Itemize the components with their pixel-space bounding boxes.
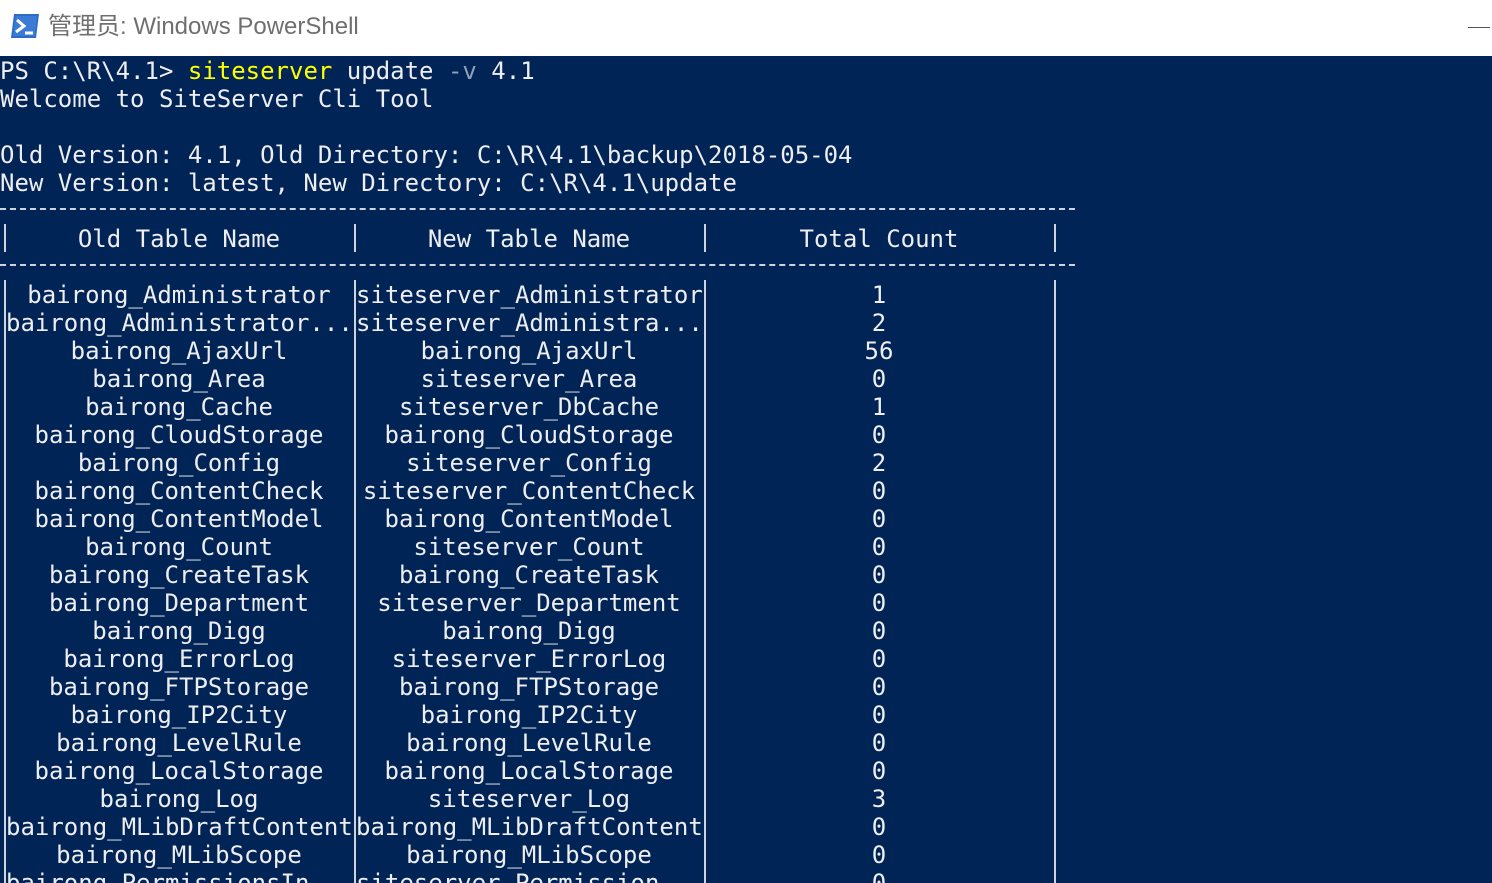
command-name: siteserver — [187, 57, 333, 85]
cell-new-table-name: siteserver_ContentCheck — [362, 477, 696, 505]
minimize-icon[interactable] — [1466, 14, 1492, 40]
cell-total-count: 2 — [871, 309, 887, 337]
powershell-icon — [11, 14, 39, 38]
old-version-line: Old Version: 4.1, Old Directory: C:\R\4.… — [0, 141, 853, 169]
cell-old-table-name: bairong_LevelRule — [56, 729, 302, 757]
cell-total-count: 0 — [871, 589, 887, 617]
welcome-line: Welcome to SiteServer Cli Tool — [0, 85, 434, 113]
cell-old-table-name: bairong_FTPStorage — [48, 673, 310, 701]
cell-new-table-name: bairong_CloudStorage — [384, 421, 674, 449]
cell-old-table-name: bairong_Department — [48, 589, 310, 617]
cell-new-table-name: siteserver_Area — [420, 365, 638, 393]
cell-new-table-name: bairong_MLibDraftContent — [356, 813, 702, 841]
header-divider — [1054, 224, 1056, 252]
cell-new-table-name: siteserver_Count — [413, 533, 645, 561]
cell-total-count: 0 — [871, 813, 887, 841]
cell-old-table-name: bairong_IP2City — [70, 701, 288, 729]
cell-old-table-name: bairong_Config — [77, 449, 281, 477]
cell-new-table-name: bairong_MLibScope — [406, 841, 652, 869]
console-output[interactable]: PS C:\R\4.1> siteserver update -v 4.1 We… — [0, 56, 1492, 883]
subcommand: update — [332, 57, 448, 85]
cell-old-table-name: bairong_Administrator — [27, 281, 331, 309]
cell-new-table-name: bairong_FTPStorage — [398, 673, 660, 701]
cell-total-count: 0 — [871, 477, 887, 505]
cell-total-count: 0 — [871, 729, 887, 757]
cell-old-table-name: bairong_Administrator... — [6, 309, 352, 337]
cell-old-table-name: bairong_Digg — [92, 617, 266, 645]
cell-new-table-name: siteserver_ErrorLog — [391, 645, 667, 673]
cell-total-count: 0 — [871, 505, 887, 533]
cell-new-table-name: bairong_Digg — [442, 617, 616, 645]
title-bar[interactable]: 管理员: Windows PowerShell — [0, 0, 1492, 56]
cell-total-count: 0 — [871, 841, 887, 869]
cell-old-table-name: bairong_Count — [85, 533, 273, 561]
cell-new-table-name: bairong_IP2City — [420, 701, 638, 729]
cell-new-table-name: siteserver_DbCache — [398, 393, 660, 421]
cell-old-table-name: bairong_ContentModel — [34, 505, 324, 533]
cell-total-count: 0 — [871, 701, 887, 729]
cell-total-count: 0 — [871, 533, 887, 561]
cell-new-table-name: bairong_ContentModel — [384, 505, 674, 533]
command-param: -v — [447, 57, 477, 85]
header-total-count: Total Count — [799, 225, 959, 253]
cell-new-table-name: bairong_AjaxUrl — [420, 337, 638, 365]
cell-new-table-name: bairong_CreateTask — [398, 561, 660, 589]
cell-new-table-name: siteserver_Administrator — [356, 281, 702, 309]
cell-new-table-name: siteserver_Log — [427, 785, 631, 813]
cell-old-table-name: bairong_AjaxUrl — [70, 337, 288, 365]
cell-total-count: 56 — [864, 337, 894, 365]
cell-old-table-name: bairong_Cache — [85, 393, 273, 421]
cell-total-count: 0 — [871, 421, 887, 449]
cell-new-table-name: siteserver_Config — [406, 449, 652, 477]
window-title: 管理员: Windows PowerShell — [48, 13, 359, 40]
column-divider — [1054, 280, 1056, 883]
cell-total-count: 0 — [871, 869, 887, 883]
cell-new-table-name: siteserver_Department — [377, 589, 681, 617]
cell-old-table-name: bairong_Log — [99, 785, 259, 813]
cell-new-table-name: bairong_LevelRule — [406, 729, 652, 757]
cell-total-count: 0 — [871, 673, 887, 701]
cell-total-count: 0 — [871, 617, 887, 645]
cell-old-table-name: bairong_LocalStorage — [34, 757, 324, 785]
cell-new-table-name: siteserver_Permission... — [356, 869, 702, 883]
table-header-separator — [0, 264, 1075, 266]
header-old-table-name: Old Table Name — [77, 225, 281, 253]
cell-total-count: 1 — [871, 393, 887, 421]
cell-old-table-name: bairong_MLibDraftContent — [6, 813, 352, 841]
cell-old-table-name: bairong_MLibScope — [56, 841, 302, 869]
cell-total-count: 0 — [871, 645, 887, 673]
cell-old-table-name: bairong_CloudStorage — [34, 421, 324, 449]
new-version-line: New Version: latest, New Directory: C:\R… — [0, 169, 737, 197]
powershell-window: 管理员: Windows PowerShell PS C:\R\4.1> sit… — [0, 0, 1492, 883]
command-arg: 4.1 — [476, 57, 535, 85]
cell-old-table-name: bairong_ErrorLog — [63, 645, 295, 673]
cell-new-table-name: siteserver_Administra... — [356, 309, 702, 337]
cell-total-count: 3 — [871, 785, 887, 813]
cell-old-table-name: bairong_ContentCheck — [34, 477, 324, 505]
cell-total-count: 0 — [871, 561, 887, 589]
prompt: PS C:\R\4.1> — [0, 57, 188, 85]
table-top-separator — [0, 208, 1075, 210]
cell-total-count: 2 — [871, 449, 887, 477]
cell-total-count: 0 — [871, 365, 887, 393]
cell-total-count: 0 — [871, 757, 887, 785]
cell-old-table-name: bairong_CreateTask — [48, 561, 310, 589]
command-line: PS C:\R\4.1> siteserver update -v 4.1 — [0, 57, 535, 85]
header-new-table-name: New Table Name — [427, 225, 631, 253]
cell-old-table-name: bairong_PermissionsIn... — [6, 869, 352, 883]
cell-total-count: 1 — [871, 281, 887, 309]
cell-new-table-name: bairong_LocalStorage — [384, 757, 674, 785]
cell-old-table-name: bairong_Area — [92, 365, 266, 393]
